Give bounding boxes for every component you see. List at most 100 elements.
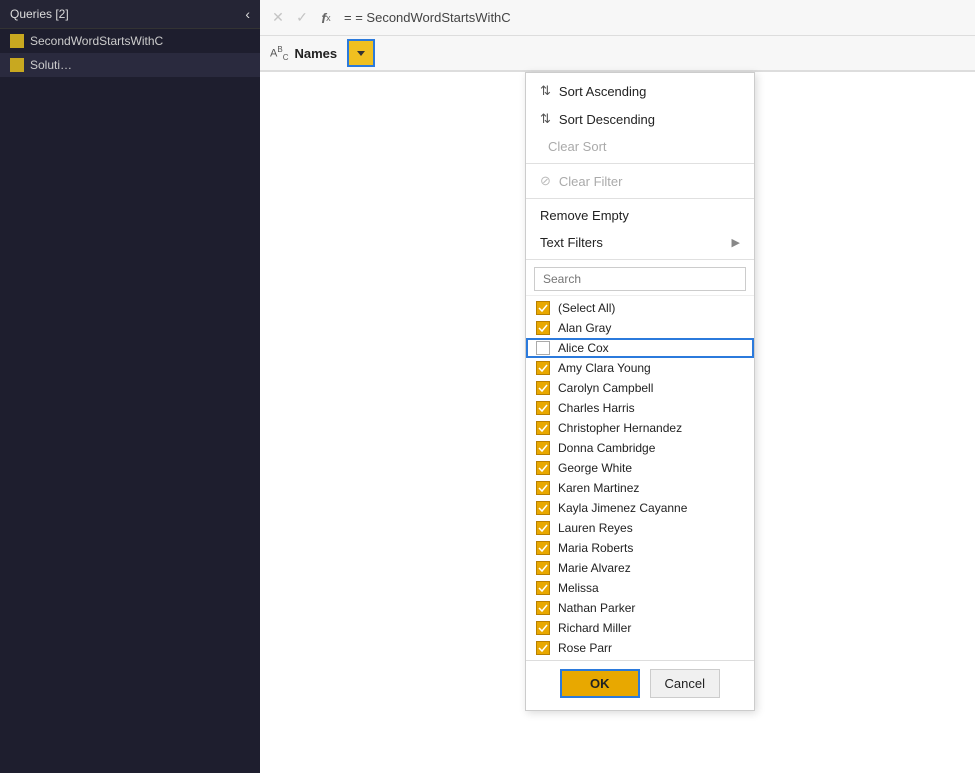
checkbox-nathan_parker[interactable] — [536, 601, 550, 615]
menu-separator-1 — [526, 163, 754, 164]
check-item-amy_clara_young[interactable]: Amy Clara Young — [526, 358, 754, 378]
queries-panel-header: Queries [2] ‹ — [0, 0, 260, 29]
check-item-alan_gray[interactable]: Alan Gray — [526, 318, 754, 338]
checkbox-marie_alvarez[interactable] — [536, 561, 550, 575]
table-icon-query2 — [10, 58, 24, 72]
checkbox-donna_cambridge[interactable] — [536, 441, 550, 455]
check-formula-icon[interactable]: ✓ — [292, 8, 312, 28]
search-box-wrap — [526, 263, 754, 295]
sort-asc-icon: ⇅ — [540, 83, 551, 99]
checkbox-alan_gray[interactable] — [536, 321, 550, 335]
check-label-charles_harris: Charles Harris — [558, 401, 635, 415]
check-label-karen_martinez: Karen Martinez — [558, 481, 639, 495]
text-filters-item[interactable]: Text Filters ▶ — [526, 229, 754, 256]
column-names-header[interactable]: ABC Names — [260, 36, 385, 70]
check-item-alice_cox[interactable]: Alice Cox — [526, 338, 754, 358]
column-header-row: ABC Names — [260, 36, 975, 72]
check-label-alice_cox: Alice Cox — [558, 341, 609, 355]
formula-text: = = SecondWordStartsWithC — [344, 10, 511, 25]
clear-filter-item: ⊘ Clear Filter — [526, 167, 754, 195]
sort-desc-icon: ⇅ — [540, 111, 551, 127]
collapse-icon[interactable]: ‹ — [245, 6, 250, 22]
column-dropdown-button[interactable] — [347, 39, 375, 67]
sort-descending-item[interactable]: ⇅ Sort Descending — [526, 105, 754, 133]
formula-bar-icons: ✕ ✓ fx — [268, 8, 336, 28]
check-item-nathan_parker[interactable]: Nathan Parker — [526, 598, 754, 618]
query1-label: SecondWordStartsWithC — [30, 34, 163, 48]
sort-descending-label: Sort Descending — [559, 112, 655, 127]
sidebar-item-query1[interactable]: SecondWordStartsWithC — [0, 29, 260, 53]
check-item-christopher_hernandez[interactable]: Christopher Hernandez — [526, 418, 754, 438]
col-type-icon: ABC — [270, 45, 288, 62]
menu-separator-3 — [526, 259, 754, 260]
clear-filter-icon: ⊘ — [540, 173, 551, 189]
ok-button[interactable]: OK — [560, 669, 640, 698]
remove-empty-item[interactable]: Remove Empty — [526, 202, 754, 229]
checkbox-christopher_hernandez[interactable] — [536, 421, 550, 435]
checkbox-alice_cox[interactable] — [536, 341, 550, 355]
checkbox-list: (Select All) Alan Gray Alice Cox Amy Clara … — [526, 295, 754, 660]
checkbox-richard_miller[interactable] — [536, 621, 550, 635]
check-label-donna_cambridge: Donna Cambridge — [558, 441, 655, 455]
check-item-kayla_jimenez_cayanne[interactable]: Kayla Jimenez Cayanne — [526, 498, 754, 518]
remove-empty-label: Remove Empty — [540, 208, 629, 223]
table-icon-query1 — [10, 34, 24, 48]
search-input[interactable] — [534, 267, 746, 291]
col-name-label: Names — [294, 46, 337, 61]
check-item-maria_roberts[interactable]: Maria Roberts — [526, 538, 754, 558]
checkbox-carolyn_campbell[interactable] — [536, 381, 550, 395]
checkbox-karen_martinez[interactable] — [536, 481, 550, 495]
menu-separator-2 — [526, 198, 754, 199]
clear-sort-item: Clear Sort — [526, 133, 754, 160]
check-item-donna_cambridge[interactable]: Donna Cambridge — [526, 438, 754, 458]
text-filters-arrow: ▶ — [732, 236, 740, 249]
check-label-maria_roberts: Maria Roberts — [558, 541, 633, 555]
check-label-kayla_jimenez_cayanne: Kayla Jimenez Cayanne — [558, 501, 687, 515]
check-label-richard_miller: Richard Miller — [558, 621, 631, 635]
sidebar-item-query2[interactable]: Soluti… — [0, 53, 260, 77]
main-content: ✕ ✓ fx = = SecondWordStartsWithC ABC Nam… — [260, 0, 975, 773]
checkbox-maria_roberts[interactable] — [536, 541, 550, 555]
equals-sign: = — [344, 10, 355, 25]
formula-bar: ✕ ✓ fx = = SecondWordStartsWithC — [260, 0, 975, 36]
check-item-marie_alvarez[interactable]: Marie Alvarez — [526, 558, 754, 578]
checkbox-lauren_reyes[interactable] — [536, 521, 550, 535]
check-item-melissa[interactable]: Melissa — [526, 578, 754, 598]
checkbox-melissa[interactable] — [536, 581, 550, 595]
check-item-carolyn_campbell[interactable]: Carolyn Campbell — [526, 378, 754, 398]
check-label-marie_alvarez: Marie Alvarez — [558, 561, 631, 575]
check-label-christopher_hernandez: Christopher Hernandez — [558, 421, 682, 435]
check-label-amy_clara_young: Amy Clara Young — [558, 361, 651, 375]
checkbox-select_all[interactable] — [536, 301, 550, 315]
formula-value: = SecondWordStartsWithC — [355, 10, 510, 25]
filter-dropdown-menu: ⇅ Sort Ascending ⇅ Sort Descending Clear… — [525, 72, 755, 711]
check-label-george_white: George White — [558, 461, 632, 475]
text-filters-label: Text Filters — [540, 235, 603, 250]
sort-ascending-label: Sort Ascending — [559, 84, 646, 99]
checkbox-kayla_jimenez_cayanne[interactable] — [536, 501, 550, 515]
check-label-melissa: Melissa — [558, 581, 599, 595]
check-item-lauren_reyes[interactable]: Lauren Reyes — [526, 518, 754, 538]
left-panel: Queries [2] ‹ SecondWordStartsWithC Solu… — [0, 0, 260, 773]
check-label-carolyn_campbell: Carolyn Campbell — [558, 381, 653, 395]
check-item-select_all[interactable]: (Select All) — [526, 298, 754, 318]
check-item-rose_parr[interactable]: Rose Parr — [526, 638, 754, 658]
close-formula-icon[interactable]: ✕ — [268, 8, 288, 28]
checkbox-amy_clara_young[interactable] — [536, 361, 550, 375]
check-label-rose_parr: Rose Parr — [558, 641, 612, 655]
check-label-nathan_parker: Nathan Parker — [558, 601, 635, 615]
check-item-charles_harris[interactable]: Charles Harris — [526, 398, 754, 418]
check-item-george_white[interactable]: George White — [526, 458, 754, 478]
sort-ascending-item[interactable]: ⇅ Sort Ascending — [526, 77, 754, 105]
cancel-button[interactable]: Cancel — [650, 669, 720, 698]
check-item-richard_miller[interactable]: Richard Miller — [526, 618, 754, 638]
checkbox-charles_harris[interactable] — [536, 401, 550, 415]
query2-label: Soluti… — [30, 58, 72, 72]
check-label-lauren_reyes: Lauren Reyes — [558, 521, 633, 535]
queries-label: Queries [2] — [10, 7, 69, 21]
check-item-karen_martinez[interactable]: Karen Martinez — [526, 478, 754, 498]
checkbox-george_white[interactable] — [536, 461, 550, 475]
checkbox-rose_parr[interactable] — [536, 641, 550, 655]
check-label-select_all: (Select All) — [558, 301, 615, 315]
check-label-alan_gray: Alan Gray — [558, 321, 611, 335]
